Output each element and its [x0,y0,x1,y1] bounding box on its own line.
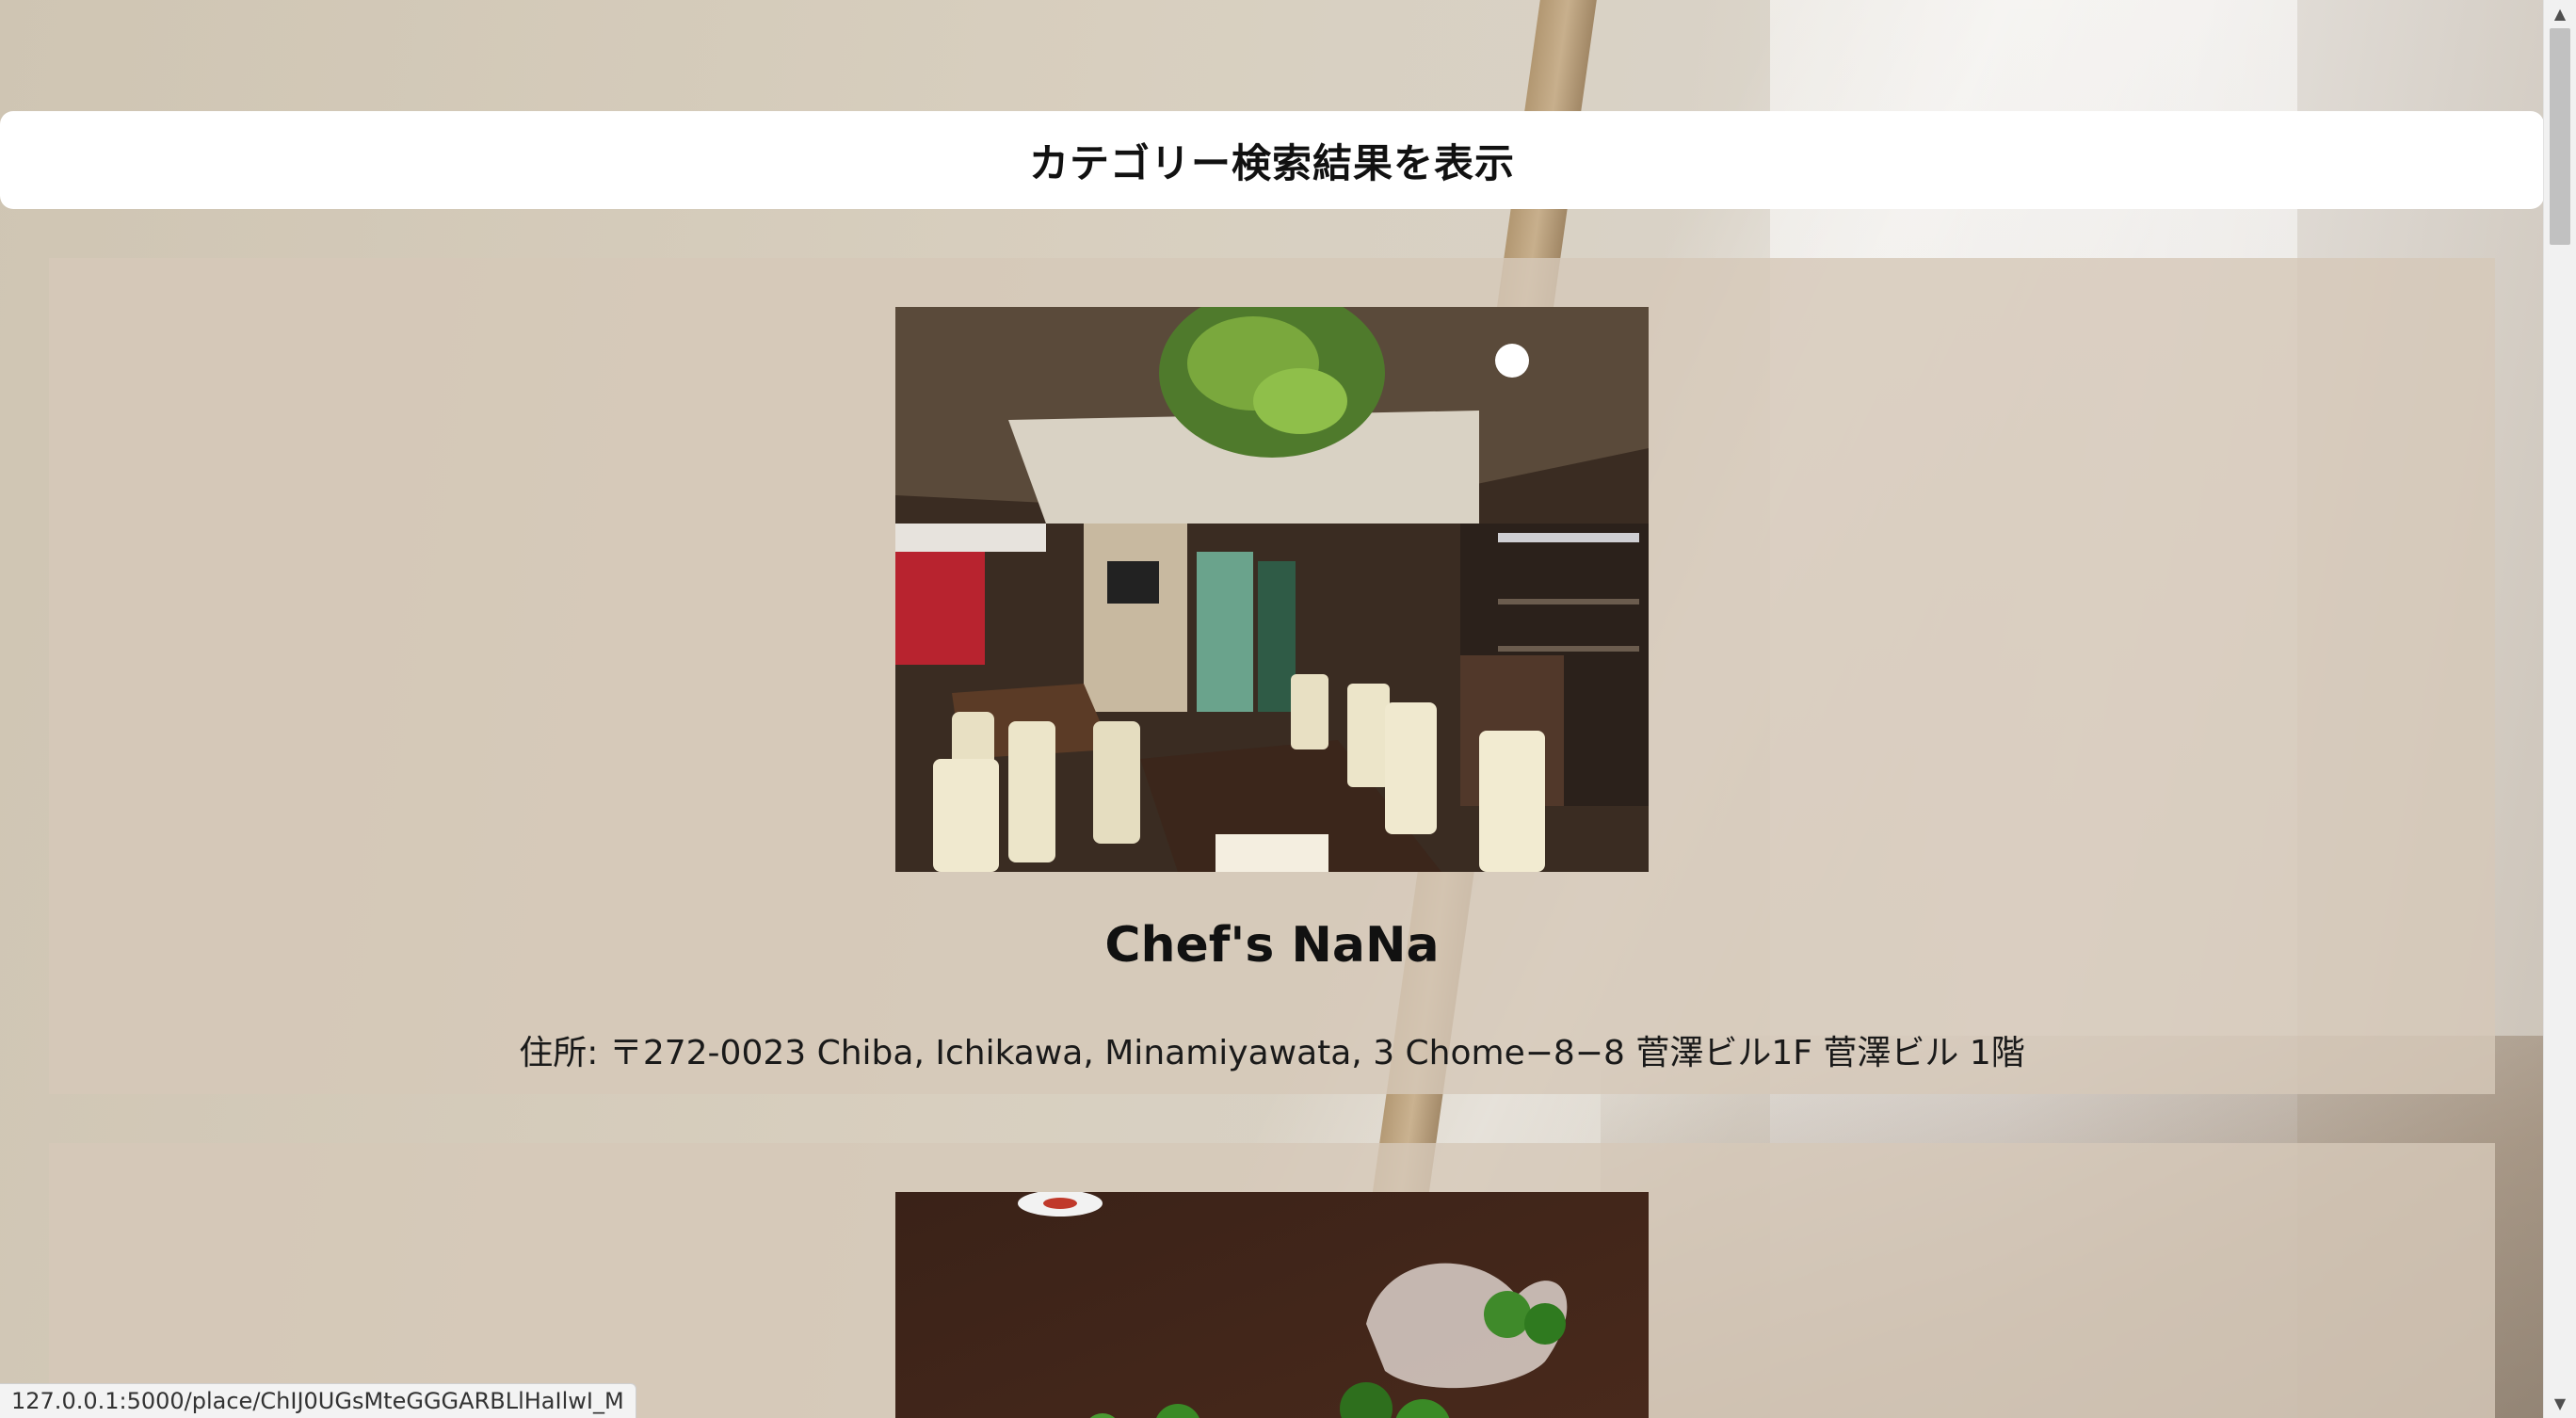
scroll-up-icon[interactable]: ▲ [2544,0,2576,28]
result-card[interactable]: Chef's NaNa 住所: 〒272-0023 Chiba, Ichikaw… [49,258,2495,1094]
page-title: カテゴリー検索結果を表示 [1028,139,1515,186]
restaurant-interior-photo-icon [895,307,1649,872]
restaurant-name[interactable]: Chef's NaNa [49,917,2495,974]
restaurant-photo[interactable] [895,1192,1649,1418]
page-header: カテゴリー検索結果を表示 [0,111,2544,209]
page-viewport: カテゴリー検索結果を表示 Chef's NaNa 住所: 〒272-0023 C… [0,0,2576,1418]
restaurant-photo[interactable] [895,307,1649,872]
sashimi-dish-photo-icon [895,1192,1649,1418]
vertical-scrollbar[interactable]: ▲ ▼ [2543,0,2576,1418]
status-bar-url: 127.0.0.1:5000/place/ChIJ0UGsMteGGGARBLl… [0,1383,636,1418]
restaurant-address: 住所: 〒272-0023 Chiba, Ichikawa, Minamiyaw… [519,1034,2025,1072]
scroll-down-icon[interactable]: ▼ [2544,1390,2576,1418]
result-card[interactable] [49,1143,2495,1418]
scrollbar-thumb[interactable] [2550,28,2570,245]
